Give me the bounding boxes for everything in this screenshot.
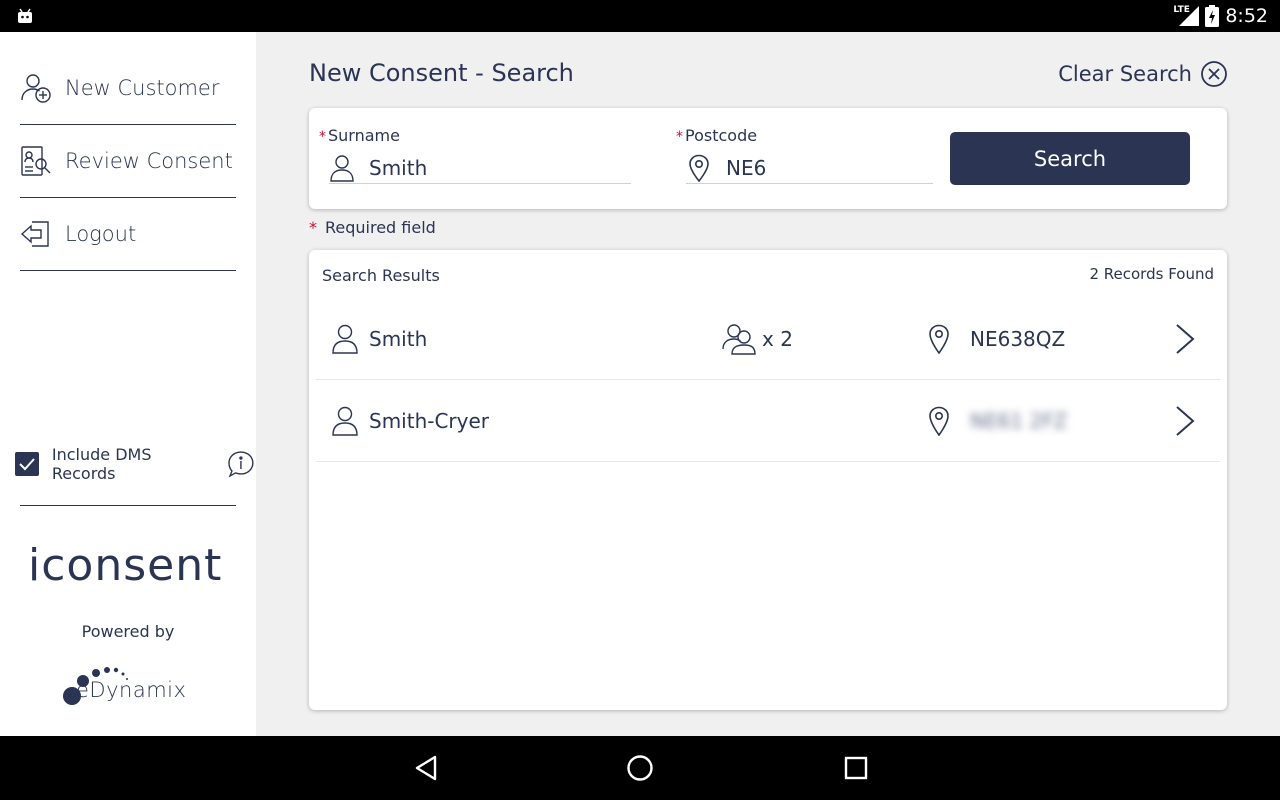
- home-icon[interactable]: [626, 754, 654, 782]
- sidebar: New Customer Review Consent Logout Inclu…: [0, 32, 256, 736]
- include-dms-label: Include DMS Records: [51, 445, 152, 483]
- result-group-count: x 2: [722, 320, 793, 358]
- close-circle-icon: [1201, 61, 1227, 87]
- sidebar-item-label: New Customer: [65, 76, 220, 100]
- required-mark: *: [319, 129, 326, 145]
- app: New Customer Review Consent Logout Inclu…: [0, 32, 1280, 736]
- android-icon: [18, 8, 32, 23]
- sidebar-item-label: Logout: [65, 222, 137, 246]
- include-dms-row: Include DMS Records: [15, 445, 255, 483]
- required-field-note: * Required field: [309, 218, 436, 237]
- postcode-field: * Postcode: [676, 126, 936, 184]
- postcode-input[interactable]: [726, 155, 916, 180]
- result-name: Smith-Cryer: [331, 402, 489, 440]
- sidebar-item-review-consent[interactable]: Review Consent: [20, 125, 236, 198]
- status-bar: LTE 8:52: [0, 0, 1280, 32]
- search-form-card: *Surname *Postcode Search: [309, 108, 1227, 209]
- required-field-text: Required field: [325, 218, 436, 237]
- powered-by-text: Powered by: [81, 622, 175, 641]
- back-icon[interactable]: [413, 754, 439, 782]
- required-mark: *: [309, 218, 317, 237]
- chevron-right-icon: [1176, 406, 1195, 436]
- result-name: Smith: [331, 320, 427, 358]
- people-group-icon: [722, 324, 756, 355]
- customer-name: Smith-Cryer: [369, 409, 490, 433]
- svg-text:iconsent: iconsent: [28, 542, 222, 591]
- location-pin-icon: [929, 324, 949, 354]
- search-results-card: Search Results 2 Records Found Smith x 2: [309, 250, 1227, 710]
- surname-label: Surname: [328, 126, 400, 145]
- include-dms-checkbox[interactable]: [15, 452, 39, 476]
- sidebar-item-logout[interactable]: Logout: [20, 198, 236, 271]
- divider: [20, 505, 236, 506]
- clock: 8:52: [1225, 5, 1268, 27]
- person-icon: [330, 154, 354, 182]
- edynamix-logo-text: eDynamix: [76, 678, 187, 702]
- info-icon[interactable]: [227, 450, 255, 478]
- recent-apps-icon[interactable]: [844, 754, 868, 782]
- records-count: 2 Records Found: [1089, 265, 1214, 283]
- surname-field: * Surname: [319, 126, 641, 184]
- page-title: New Consent - Search: [309, 59, 574, 87]
- clear-search-label: Clear Search: [1058, 62, 1192, 86]
- checkmark-icon: [19, 458, 35, 471]
- result-postcode: NE61 2FZ: [928, 402, 1067, 440]
- person-icon: [332, 324, 358, 354]
- group-count-value: x 2: [762, 327, 793, 351]
- result-row[interactable]: Smith x 2 NE638QZ: [316, 298, 1220, 380]
- battery-icon: [1205, 5, 1220, 27]
- result-postcode: NE638QZ: [928, 320, 1065, 358]
- location-pin-icon: [929, 406, 949, 436]
- results-title: Search Results: [322, 266, 440, 285]
- search-button[interactable]: Search: [950, 132, 1190, 185]
- signal-icon: LTE: [1173, 5, 1200, 26]
- result-row[interactable]: Smith-Cryer NE61 2FZ: [316, 380, 1220, 462]
- add-user-icon: [21, 74, 51, 103]
- customer-name: Smith: [369, 327, 428, 351]
- clear-search-button[interactable]: Clear Search: [1058, 59, 1228, 89]
- review-document-icon: [21, 146, 51, 176]
- person-icon: [332, 406, 358, 436]
- postcode-label: Postcode: [685, 126, 758, 145]
- surname-input[interactable]: [369, 155, 619, 180]
- required-mark: *: [676, 129, 683, 145]
- system-nav-bar: [0, 736, 1280, 800]
- postcode-value: NE61 2FZ: [970, 409, 1068, 433]
- chevron-right-icon: [1176, 324, 1195, 354]
- sidebar-item-new-customer[interactable]: New Customer: [20, 52, 236, 125]
- postcode-value: NE638QZ: [970, 327, 1066, 351]
- location-pin-icon: [689, 154, 709, 182]
- sidebar-item-label: Review Consent: [65, 149, 233, 173]
- logout-icon: [20, 221, 49, 247]
- iconsent-logo: iconsent: [28, 542, 222, 591]
